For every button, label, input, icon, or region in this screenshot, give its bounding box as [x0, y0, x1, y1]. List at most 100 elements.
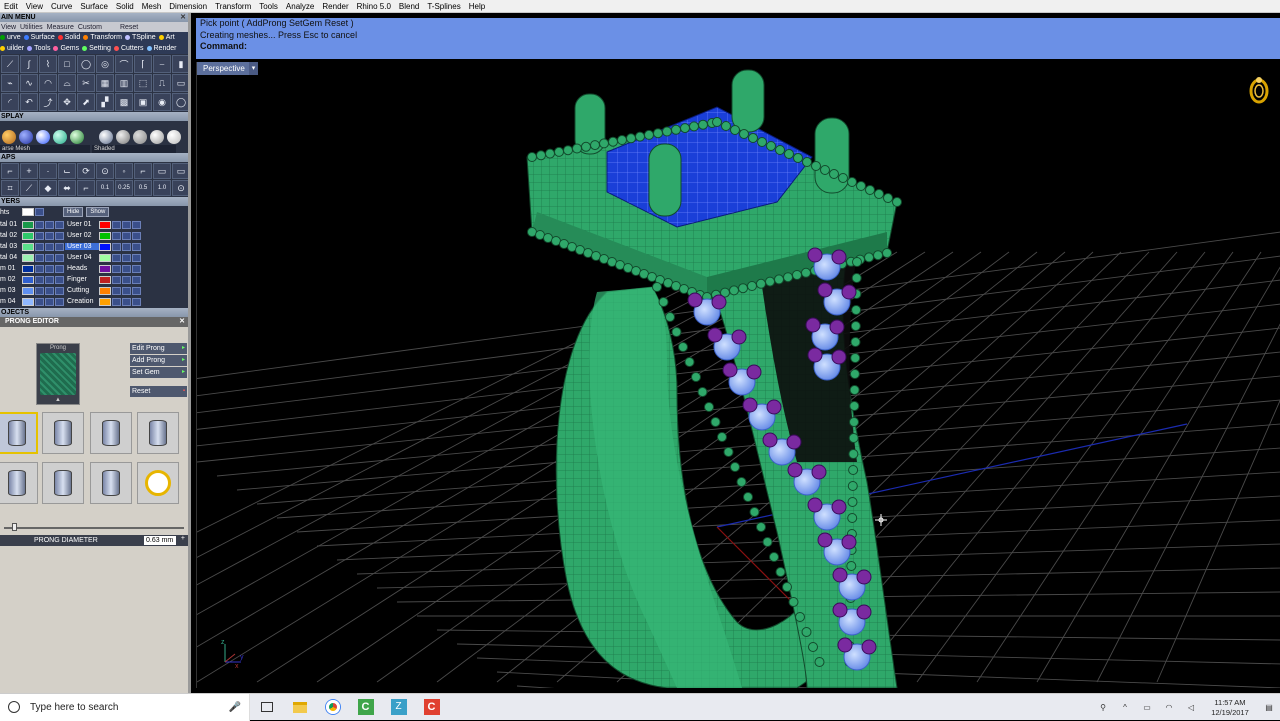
layer-color-swatch[interactable] — [99, 297, 111, 306]
increase-icon[interactable]: + — [181, 535, 185, 542]
snap-value-2[interactable]: 0.25 — [115, 180, 133, 196]
layer-color-swatch[interactable] — [22, 275, 34, 284]
layer-name[interactable]: User 03 — [65, 243, 99, 250]
print-icon[interactable] — [132, 253, 141, 262]
clock[interactable]: 11:57 AM 12/19/2017 — [1202, 698, 1258, 718]
visibility-icon[interactable] — [122, 253, 131, 262]
lock-icon[interactable] — [35, 231, 44, 240]
hide-button[interactable]: Hide — [63, 207, 84, 217]
curve-tool-icon-6[interactable]: ◎ — [96, 55, 114, 73]
prong-tool-select[interactable] — [0, 412, 38, 454]
taskbar-search[interactable]: Type here to search 🎤 — [0, 693, 250, 721]
print-icon[interactable] — [132, 297, 141, 306]
snap-tool-icon-3[interactable]: · — [39, 163, 57, 179]
print-icon[interactable] — [132, 275, 141, 284]
lock-icon[interactable] — [112, 275, 121, 284]
lock-icon[interactable] — [35, 286, 44, 295]
metal-sphere-icon[interactable] — [116, 130, 130, 144]
menu-mesh[interactable]: Mesh — [138, 0, 166, 13]
prong-tool-tilt[interactable] — [137, 412, 179, 454]
prong-tool-bend[interactable] — [42, 462, 84, 504]
print-icon[interactable] — [55, 220, 64, 229]
print-icon[interactable] — [55, 264, 64, 273]
layer-name[interactable]: tal 04 — [0, 254, 22, 261]
curve-tool-icon-10[interactable]: ▮ — [172, 55, 188, 73]
curve-tool-icon-22[interactable]: ↶ — [20, 93, 38, 111]
category-surface[interactable]: Surface — [23, 34, 55, 41]
curve-tool-icon-11[interactable]: ⌁ — [1, 74, 19, 92]
task-view-icon[interactable] — [250, 694, 283, 721]
snap-value-3[interactable]: 0.5 — [134, 180, 152, 196]
snap-tool-icon-12[interactable]: ⟋ — [20, 180, 38, 196]
matte-sphere-icon[interactable] — [133, 130, 147, 144]
layer-color-swatch[interactable] — [99, 286, 111, 295]
menu-solid[interactable]: Solid — [112, 0, 138, 13]
lock-icon[interactable] — [35, 275, 44, 284]
curve-tool-icon-16[interactable]: ▦ — [96, 74, 114, 92]
layer-name[interactable]: Cutting — [65, 287, 99, 294]
visibility-icon[interactable] — [45, 242, 54, 251]
volume-icon[interactable]: ◁ — [1180, 703, 1202, 712]
category-cutters[interactable]: Cutters — [113, 45, 144, 52]
prong-tool-scale[interactable] — [0, 462, 38, 504]
menu-view[interactable]: View — [22, 0, 47, 13]
layer-color-swatch[interactable] — [99, 220, 111, 229]
lock-icon[interactable] — [112, 253, 121, 262]
lock-icon[interactable] — [35, 220, 44, 229]
show-button[interactable]: Show — [86, 207, 110, 217]
people-icon[interactable]: ⚲ — [1092, 703, 1114, 712]
menu-edit[interactable]: Edit — [0, 0, 22, 13]
category-transform[interactable]: Transform — [83, 34, 122, 41]
snap-tool-icon-1[interactable]: ⌐ — [1, 163, 19, 179]
category-gems[interactable]: Gems — [53, 45, 79, 52]
category-render[interactable]: Render — [146, 45, 176, 52]
wireframe-sphere-icon[interactable] — [2, 130, 16, 144]
menu-surface[interactable]: Surface — [76, 0, 112, 13]
category-solid[interactable]: Solid — [57, 34, 80, 41]
curve-tool-icon-29[interactable]: ◉ — [153, 93, 171, 111]
lock-icon[interactable] — [112, 264, 121, 273]
layer-color-swatch[interactable] — [99, 275, 111, 284]
curve-tool-icon-28[interactable]: ▣ — [134, 93, 152, 111]
white-sphere-icon[interactable] — [167, 130, 181, 144]
snap-tool-icon-8[interactable]: ⌐ — [134, 163, 152, 179]
tab-reset[interactable]: Reset — [120, 24, 138, 31]
layer-color-swatch[interactable] — [22, 286, 34, 295]
reset-button[interactable]: Reset — [130, 386, 187, 397]
tab-view[interactable]: View — [1, 24, 16, 31]
prong-thumbnail[interactable]: Prong ▲ — [36, 343, 80, 405]
print-icon[interactable] — [132, 264, 141, 273]
visibility-icon[interactable] — [45, 231, 54, 240]
layer-color-swatch[interactable] — [22, 253, 34, 262]
menu-t-splines[interactable]: T-Splines — [423, 0, 464, 13]
layer-name[interactable]: User 04 — [65, 254, 99, 261]
snap-tool-icon-4[interactable]: ⌙ — [58, 163, 76, 179]
visibility-icon[interactable] — [45, 275, 54, 284]
snap-tool-icon-7[interactable]: ◦ — [115, 163, 133, 179]
curve-tool-icon-23[interactable]: ⤴ — [39, 93, 57, 111]
layer-name[interactable]: User 01 — [65, 221, 99, 228]
menu-help[interactable]: Help — [465, 0, 489, 13]
curve-tool-icon-12[interactable]: ∿ — [20, 74, 38, 92]
layer-color-swatch[interactable] — [99, 242, 111, 251]
prong-tool-move[interactable] — [90, 412, 132, 454]
menu-render[interactable]: Render — [318, 0, 352, 13]
curve-tool-icon-17[interactable]: ▥ — [115, 74, 133, 92]
curve-tool-icon-3[interactable]: ⌇ — [39, 55, 57, 73]
perspective-viewport[interactable]: Perspective ▾ z y x — [196, 62, 1280, 688]
print-icon[interactable] — [132, 242, 141, 251]
menu-tools[interactable]: Tools — [255, 0, 282, 13]
snap-tool-icon-5[interactable]: ⟳ — [77, 163, 95, 179]
visibility-icon[interactable] — [122, 220, 131, 229]
print-icon[interactable] — [55, 286, 64, 295]
curve-tool-icon-15[interactable]: ✂ — [77, 74, 95, 92]
snap-tool-icon-9[interactable]: ▭ — [153, 163, 171, 179]
print-icon[interactable] — [132, 220, 141, 229]
notifications-icon[interactable]: ▤ — [1258, 703, 1280, 712]
curve-tool-icon-25[interactable]: ⬈ — [77, 93, 95, 111]
curve-tool-icon-19[interactable]: ⎍ — [153, 74, 171, 92]
lock-icon[interactable] — [112, 231, 121, 240]
snap-tool-icon-20[interactable]: ⊙ — [172, 180, 188, 196]
menu-transform[interactable]: Transform — [211, 0, 255, 13]
layer-color-swatch[interactable] — [99, 231, 111, 240]
